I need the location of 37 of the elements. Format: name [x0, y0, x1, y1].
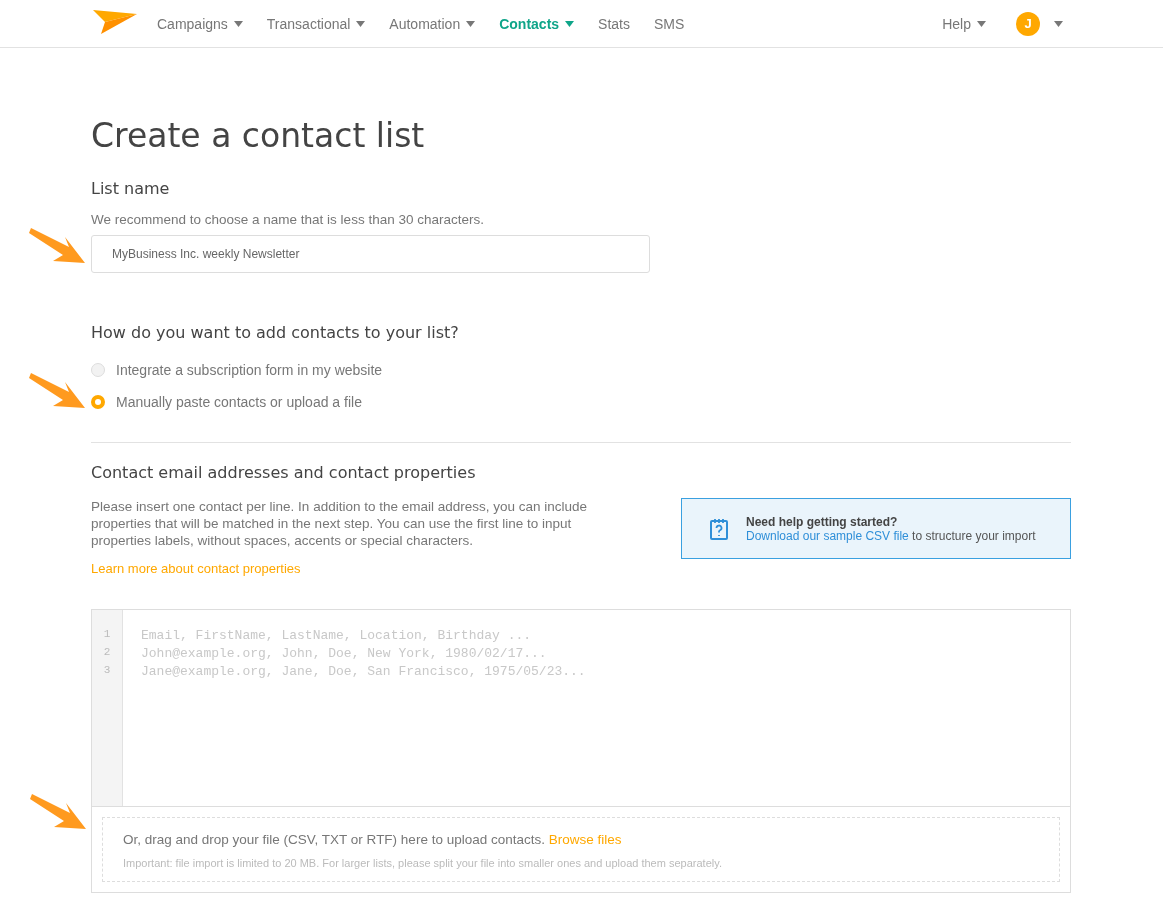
- caret-icon: [1054, 20, 1063, 27]
- description-text: Please insert one contact per line. In addition to the email address, you can include properties that will be matched in the next step. You can use the first line to input properties labels, without spaces, accents or special characters.: [91, 498, 589, 549]
- caret-icon: [356, 20, 366, 27]
- nav-tab[interactable]: SMS: [654, 15, 685, 32]
- caret-icon: [565, 20, 575, 27]
- paper-plane-logo[interactable]: [93, 9, 137, 34]
- help-menu[interactable]: Help: [942, 15, 986, 32]
- line-number: 1: [102, 628, 112, 642]
- section-heading: Contact email addresses and contact properties: [91, 463, 477, 482]
- help-text: to structure your import: [912, 528, 1036, 543]
- clipboard-question-icon: [710, 517, 728, 540]
- pointer-arrow: [30, 791, 88, 831]
- hint-text: We recommend to choose a name that is less than 30 characters.: [91, 212, 485, 227]
- list-name-field[interactable]: MyBusiness Inc. weekly Newsletter: [91, 235, 650, 273]
- nav-tab[interactable]: Automation: [389, 15, 476, 32]
- field-label: List name: [91, 179, 171, 198]
- nav-tab[interactable]: Stats: [598, 15, 630, 32]
- radio-icon[interactable]: [91, 363, 105, 377]
- caret-icon: [466, 20, 476, 27]
- radio-option[interactable]: Manually paste contacts or upload a file: [91, 386, 1071, 418]
- radio-icon[interactable]: [91, 395, 105, 409]
- page-title: Create a contact list: [91, 116, 426, 155]
- line-number: 3: [102, 664, 112, 678]
- sample-csv-link[interactable]: Download our sample CSV file: [746, 528, 909, 543]
- pointer-arrow: [29, 225, 87, 265]
- caret-icon: [233, 20, 243, 27]
- size-note: Important: file import is limited to 20 MB. For larger lists, please split your file into smaller ones and upload them separately.: [123, 857, 723, 869]
- help-title: Need help getting started?: [746, 514, 899, 529]
- caret-icon: [977, 20, 986, 27]
- nav-tab[interactable]: Contacts: [499, 15, 575, 32]
- pointer-arrow: [29, 370, 87, 410]
- drop-text: Or, drag and drop your file (CSV, TXT or RTF) here to upload contacts.: [123, 832, 545, 847]
- section-heading: How do you want to add contacts to your list?: [91, 323, 460, 342]
- nav-tab[interactable]: Campaigns: [157, 15, 243, 32]
- radio-option[interactable]: Integrate a subscription form in my website: [91, 354, 1071, 386]
- nav-tab[interactable]: Transactional: [266, 15, 366, 32]
- drop-zone[interactable]: [102, 817, 1060, 882]
